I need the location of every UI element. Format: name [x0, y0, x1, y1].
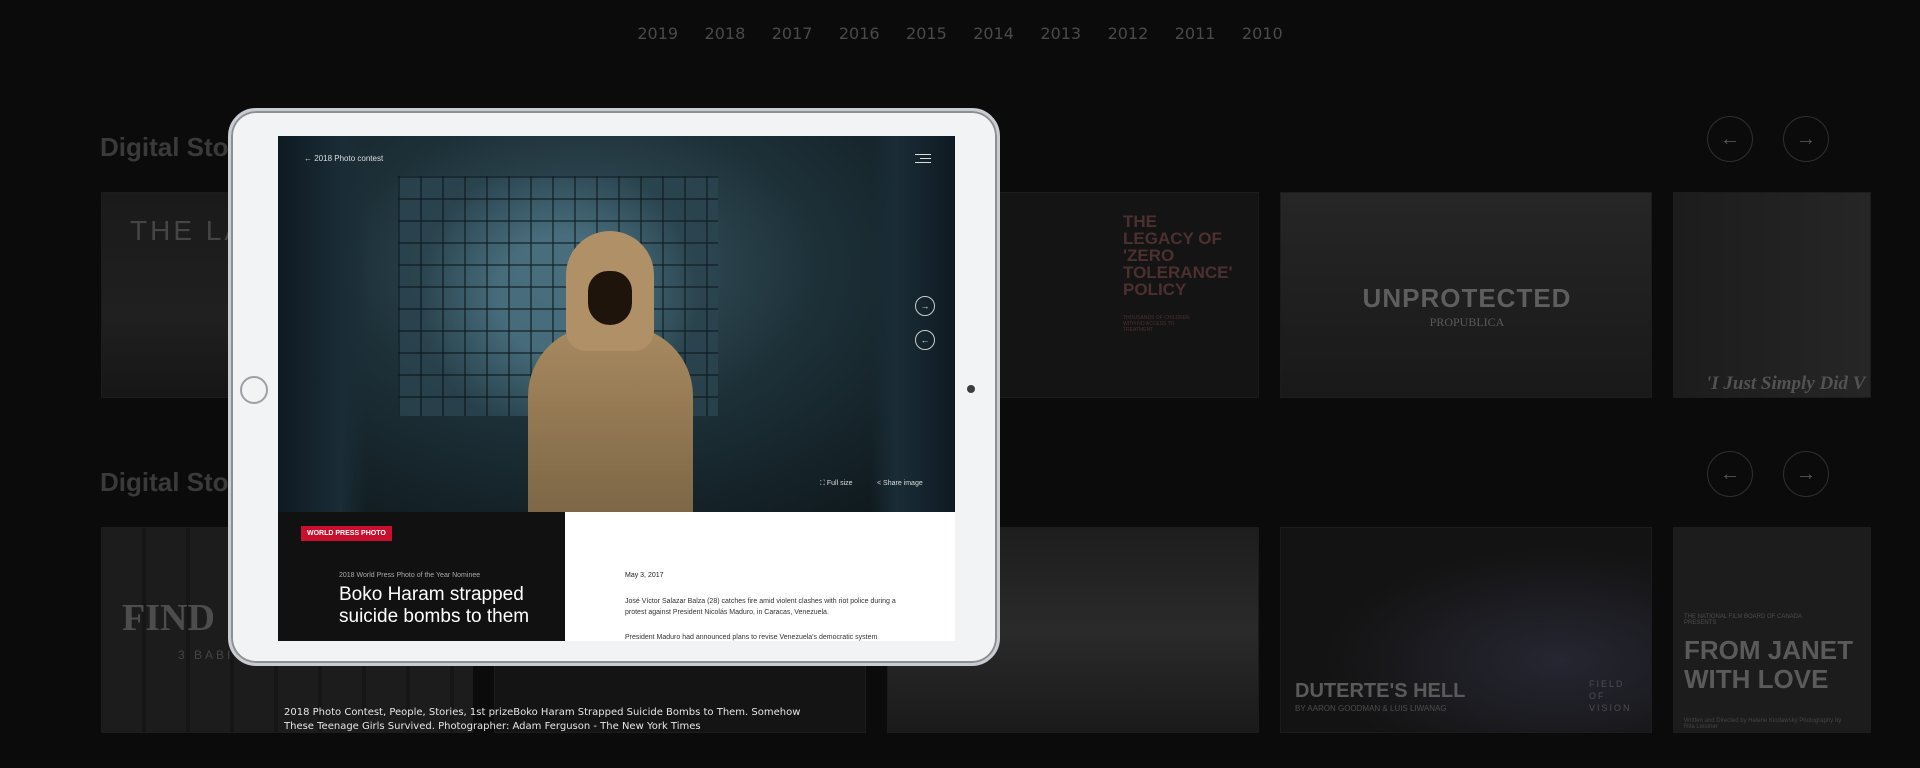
story-card[interactable]: DUTERTE'S HELL BY AARON GOODMAN & LUIS L… [1280, 527, 1652, 733]
arrow-left-icon: ← [920, 335, 930, 345]
card-subtitle: PROPUBLICA [1429, 315, 1505, 329]
arrow-right-icon: → [1796, 462, 1816, 485]
back-link-label: 2018 Photo contest [314, 154, 384, 163]
hooded-figure [528, 231, 693, 512]
article-date: May 3, 2017 [625, 572, 664, 579]
nominee-label: 2018 World Press Photo of the Year Nomin… [339, 572, 481, 579]
article-paragraph: José Víctor Salazar Balza (28) catches f… [625, 598, 896, 616]
arrow-left-icon: ← [1720, 127, 1740, 150]
card-title: DUTERTE'S HELL [1295, 680, 1466, 702]
article-paragraph: President Maduro had announced plans to … [625, 634, 878, 641]
menu-icon[interactable] [915, 154, 931, 166]
home-button [240, 376, 268, 404]
section-title-2: Digital Stor [100, 467, 239, 497]
card-subtitle: THOUSANDS OF CHILDREN WITH NO ACCESS TO … [1123, 315, 1190, 333]
next-photo-button[interactable]: → [915, 296, 935, 316]
full-size-label: Full size [826, 480, 853, 487]
card-title: THE LEGACY OF 'ZERO TOLERANCE' POLICY [1123, 212, 1233, 299]
year-2013[interactable]: 2013 [1040, 24, 1081, 43]
next-button-row1[interactable]: → [1783, 116, 1829, 162]
card-title: 'I Just Simply Did V [1706, 373, 1866, 394]
year-2015[interactable]: 2015 [906, 24, 947, 43]
arrow-left-icon: ← [304, 154, 315, 163]
year-2018[interactable]: 2018 [705, 24, 746, 43]
card-subtitle: 3 BABI [178, 648, 234, 662]
story-headline: Boko Haram strapped suicide bombs to the… [339, 584, 530, 627]
card-title: UNPROTECTED [1362, 283, 1572, 313]
year-2014[interactable]: 2014 [973, 24, 1014, 43]
curtain-left [278, 136, 368, 512]
curtain-right [870, 136, 955, 512]
arrow-right-icon: → [920, 301, 930, 311]
card-tag: FIELD OF VISION [1589, 679, 1632, 713]
card-credit: Written and Directed by Helene Klodawsky… [1684, 718, 1842, 730]
card-title: FIND [122, 597, 215, 639]
full-size-button[interactable]: ⛶ Full size [820, 480, 853, 488]
card-subtitle: BY AARON GOODMAN & LUIS LIWANAG [1295, 704, 1447, 713]
year-2010[interactable]: 2010 [1242, 24, 1283, 43]
prev-button-row2[interactable]: ← [1707, 451, 1753, 497]
article-body: May 3, 2017 José Víctor Salazar Balza (2… [565, 512, 955, 641]
year-2016[interactable]: 2016 [839, 24, 880, 43]
story-card[interactable]: UNPROTECTED PROPUBLICA [1280, 192, 1652, 398]
wpp-badge[interactable]: WORLD PRESS PHOTO [301, 526, 392, 541]
tablet-screen: ← 2018 Photo contest → ← ⛶ Full size < S… [278, 136, 955, 641]
year-2017[interactable]: 2017 [772, 24, 813, 43]
camera-dot [967, 385, 975, 393]
section-title-1: Digital Stor [100, 132, 239, 162]
year-2011[interactable]: 2011 [1175, 24, 1216, 43]
card-pretitle: THE NATIONAL FILM BOARD OF CANADA PRESEN… [1684, 614, 1802, 626]
card-title: FROM JANET WITH LOVE [1684, 635, 1853, 694]
hero-photo: ← 2018 Photo contest → ← ⛶ Full size < S… [278, 136, 955, 512]
back-link[interactable]: ← 2018 Photo contest [304, 154, 383, 163]
prev-button-row1[interactable]: ← [1707, 116, 1753, 162]
year-filter: 2019 2018 2017 2016 2015 2014 2013 2012 … [0, 24, 1920, 44]
story-card[interactable]: THE NATIONAL FILM BOARD OF CANADA PRESEN… [1673, 527, 1871, 733]
year-2019[interactable]: 2019 [637, 24, 678, 43]
year-2012[interactable]: 2012 [1108, 24, 1149, 43]
story-card[interactable]: 'I Just Simply Did V [1673, 192, 1871, 398]
photo-caption: 2018 Photo Contest, People, Stories, 1st… [284, 707, 801, 732]
arrow-left-icon: ← [1720, 462, 1740, 485]
face [588, 271, 632, 325]
info-panel: WORLD PRESS PHOTO 2018 World Press Photo… [278, 512, 565, 641]
share-button[interactable]: < Share image [877, 480, 923, 487]
robe [528, 326, 693, 512]
next-button-row2[interactable]: → [1783, 451, 1829, 497]
arrow-right-icon: → [1796, 127, 1816, 150]
tablet-frame: ← 2018 Photo contest → ← ⛶ Full size < S… [228, 108, 1000, 666]
prev-photo-button[interactable]: ← [915, 330, 935, 350]
expand-icon: ⛶ [820, 480, 827, 487]
share-label: Share image [883, 480, 923, 487]
